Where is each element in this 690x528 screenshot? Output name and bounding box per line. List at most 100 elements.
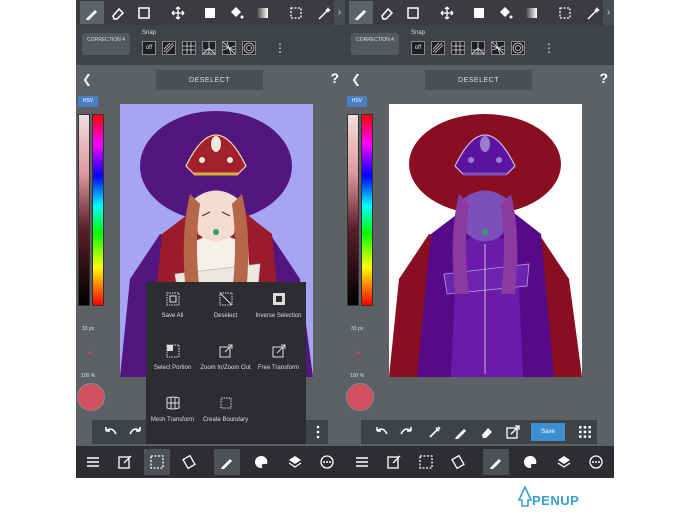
undo-button[interactable] (102, 424, 118, 440)
snap-off-button[interactable]: off (411, 41, 425, 55)
deselect-button[interactable]: DESELECT (156, 70, 263, 90)
edit-button[interactable] (381, 449, 407, 475)
select-portion-label: Select Portion (153, 365, 192, 371)
toolbar-scroll-arrow[interactable]: › (334, 0, 345, 25)
selection-nav-button[interactable] (144, 449, 170, 475)
deselect-button[interactable]: DESELECT (425, 70, 532, 90)
layers-button[interactable] (551, 449, 577, 475)
gradient-tool-button[interactable] (250, 1, 274, 24)
rotate-canvas-button[interactable] (445, 449, 471, 475)
brush-size-label: 33 px (351, 326, 364, 332)
hue-slider[interactable] (361, 114, 373, 306)
free-transform-option[interactable]: Free Transform (252, 344, 305, 372)
zoom-option[interactable]: Zoom In/Zoom Out (199, 344, 252, 372)
snap-perspective-button[interactable] (471, 41, 485, 55)
more-options-icon[interactable]: ⋮ (274, 42, 286, 54)
palette-button[interactable] (517, 449, 543, 475)
hsv-tab[interactable]: HSV (78, 96, 98, 107)
selection-menu-popup: Save All Deselect Inverse Selection Sele… (146, 282, 306, 444)
inverse-selection-label: Inverse Selection (255, 313, 302, 319)
move-tool-button[interactable] (166, 1, 190, 24)
menu-button[interactable] (80, 449, 106, 475)
pen-tool-button[interactable] (349, 1, 373, 24)
brush-nav-button[interactable] (483, 449, 509, 475)
snap-label: Snap (142, 30, 157, 36)
back-chevron-icon[interactable]: ❮ (351, 72, 361, 86)
toolbar-scroll-arrow[interactable]: › (603, 0, 614, 25)
gradient-tool-button[interactable] (519, 1, 543, 24)
snap-off-button[interactable]: off (142, 41, 156, 55)
snap-grid-icon (452, 42, 464, 54)
edit-button[interactable] (112, 449, 138, 475)
redo-icon (129, 427, 141, 435)
snap-radial-button[interactable] (491, 41, 505, 55)
deselect-option[interactable]: Deselect (199, 292, 252, 320)
fill-shape-button[interactable] (198, 1, 222, 24)
fill-shape-button[interactable] (467, 1, 491, 24)
help-icon[interactable]: ? (330, 70, 339, 86)
menu-button[interactable] (349, 449, 375, 475)
pen-quick-button[interactable] (453, 424, 469, 440)
more-options-icon[interactable]: ⋮ (543, 42, 555, 54)
snap-perspective-button[interactable] (202, 41, 216, 55)
shape-tool-button[interactable] (132, 1, 156, 24)
rotate-canvas-button[interactable] (176, 449, 202, 475)
undo-button[interactable] (373, 424, 389, 440)
magic-wand-button[interactable] (581, 1, 605, 24)
save-button[interactable]: Save (531, 423, 565, 441)
snap-parallel-button[interactable] (431, 41, 445, 55)
selection-tool-button[interactable] (284, 1, 308, 24)
save-all-option[interactable]: Save All (146, 292, 199, 320)
selection-nav-button[interactable] (413, 449, 439, 475)
snap-grid-button[interactable] (182, 41, 196, 55)
hsv-tab[interactable]: HSV (347, 96, 367, 107)
rectangle-icon (138, 6, 150, 19)
zoom-label: Zoom In/Zoom Out (200, 365, 251, 371)
hue-slider[interactable] (92, 114, 104, 306)
pen-tool-button[interactable] (80, 1, 104, 24)
eraser-quick-button[interactable] (479, 424, 495, 440)
redo-button[interactable] (128, 424, 144, 440)
saturation-slider[interactable] (347, 114, 359, 306)
redo-button[interactable] (399, 424, 415, 440)
snap-circle-button[interactable] (242, 41, 256, 55)
brush-nav-button[interactable] (214, 449, 240, 475)
correction-button[interactable]: CORRECTION 4 (82, 33, 130, 55)
inverse-selection-option[interactable]: Inverse Selection (252, 292, 305, 320)
snap-radial-button[interactable] (222, 41, 236, 55)
snap-parallel-button[interactable] (162, 41, 176, 55)
current-color-swatch[interactable] (346, 383, 374, 411)
mesh-transform-option[interactable]: Mesh Transform (146, 396, 199, 424)
shape-tool-button[interactable] (401, 1, 425, 24)
palette-button[interactable] (248, 449, 274, 475)
eraser-tool-button[interactable] (375, 1, 399, 24)
back-chevron-icon[interactable]: ❮ (82, 72, 92, 86)
create-boundary-option[interactable]: Create Boundary (199, 396, 252, 424)
more-nav-button[interactable] (314, 449, 340, 475)
correction-button[interactable]: CORRECTION 4 (351, 33, 399, 55)
palette-icon (255, 455, 268, 468)
select-portion-option[interactable]: Select Portion (146, 344, 199, 372)
eraser-tool-button[interactable] (106, 1, 130, 24)
grid-quick-button[interactable] (577, 424, 593, 440)
current-color-swatch[interactable] (77, 383, 105, 411)
more-circle-icon (320, 455, 334, 469)
brush-size-label: 33 px (82, 326, 95, 332)
bucket-tool-button[interactable] (493, 1, 517, 24)
deselect-icon (219, 292, 232, 306)
magic-wand-button[interactable] (312, 1, 336, 24)
move-tool-button[interactable] (435, 1, 459, 24)
transform-quick-button[interactable] (505, 424, 521, 440)
saturation-slider[interactable] (78, 114, 90, 306)
quick-menu-kebab[interactable] (310, 424, 326, 440)
layers-button[interactable] (282, 449, 308, 475)
eyedropper-button[interactable] (427, 424, 443, 440)
bucket-tool-button[interactable] (224, 1, 248, 24)
more-nav-button[interactable] (583, 449, 609, 475)
select-rect-icon (150, 455, 164, 469)
help-icon[interactable]: ? (599, 70, 608, 86)
drawing-canvas[interactable] (389, 104, 582, 377)
snap-circle-button[interactable] (511, 41, 525, 55)
selection-tool-button[interactable] (553, 1, 577, 24)
snap-grid-button[interactable] (451, 41, 465, 55)
